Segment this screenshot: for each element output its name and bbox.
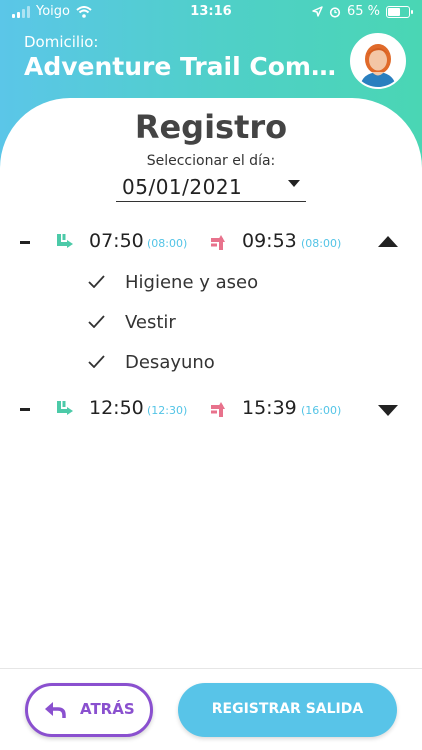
dash-icon: [20, 408, 30, 411]
domicilio-name[interactable]: Adventure Trail Com...: [24, 52, 339, 81]
check-out-time: 15:39: [242, 397, 297, 419]
check-in-time: 12:50: [89, 397, 144, 419]
check-in-time: 07:50: [89, 230, 144, 252]
task-label: Vestir: [125, 312, 176, 333]
task-label: Desayuno: [125, 352, 215, 373]
task-item: Desayuno: [0, 348, 422, 378]
check-out-icon: [211, 235, 225, 250]
collapse-icon[interactable]: [378, 236, 398, 247]
check-out-scheduled: (08:00): [301, 237, 342, 250]
task-label: Higiene y aseo: [125, 272, 259, 293]
task-item: Vestir: [0, 308, 422, 338]
caret-down-icon: [288, 180, 300, 187]
register-exit-button[interactable]: REGISTRAR SALIDA: [178, 683, 397, 737]
check-in-icon: [57, 401, 73, 415]
date-select[interactable]: 05/01/2021: [116, 172, 306, 202]
check-icon: [88, 275, 105, 288]
back-button[interactable]: ATRÁS: [25, 683, 153, 737]
alarm-icon: [329, 6, 341, 18]
location-icon: [312, 6, 323, 17]
user-avatar-icon: [352, 35, 404, 87]
shift-row[interactable]: 07:50 (08:00) 09:53 (08:00): [0, 225, 422, 259]
check-in-scheduled: (12:30): [147, 404, 188, 417]
check-icon: [88, 355, 105, 368]
battery-percent: 65 %: [346, 4, 380, 19]
expand-icon[interactable]: [378, 405, 398, 416]
page-title: Registro: [134, 108, 288, 146]
reply-arrow-icon: [45, 702, 66, 718]
check-in-icon: [57, 234, 73, 248]
task-item: Higiene y aseo: [0, 268, 422, 298]
shift-row[interactable]: 12:50 (12:30) 15:39 (16:00): [0, 392, 422, 426]
check-out-icon: [211, 402, 225, 417]
domicilio-label: Domicilio:: [24, 33, 99, 51]
date-label: Seleccionar el día:: [146, 153, 276, 169]
back-button-label: ATRÁS: [80, 700, 135, 718]
check-out-scheduled: (16:00): [301, 404, 342, 417]
date-value: 05/01/2021: [122, 175, 243, 199]
dash-icon: [20, 241, 30, 244]
check-icon: [88, 315, 105, 328]
battery-icon: [386, 5, 413, 18]
avatar[interactable]: [350, 33, 406, 89]
check-out-time: 09:53: [242, 230, 297, 252]
status-bar: Yoigo 13:16 65 %: [0, 0, 422, 24]
register-exit-label: REGISTRAR SALIDA: [211, 701, 364, 717]
check-in-scheduled: (08:00): [147, 237, 188, 250]
